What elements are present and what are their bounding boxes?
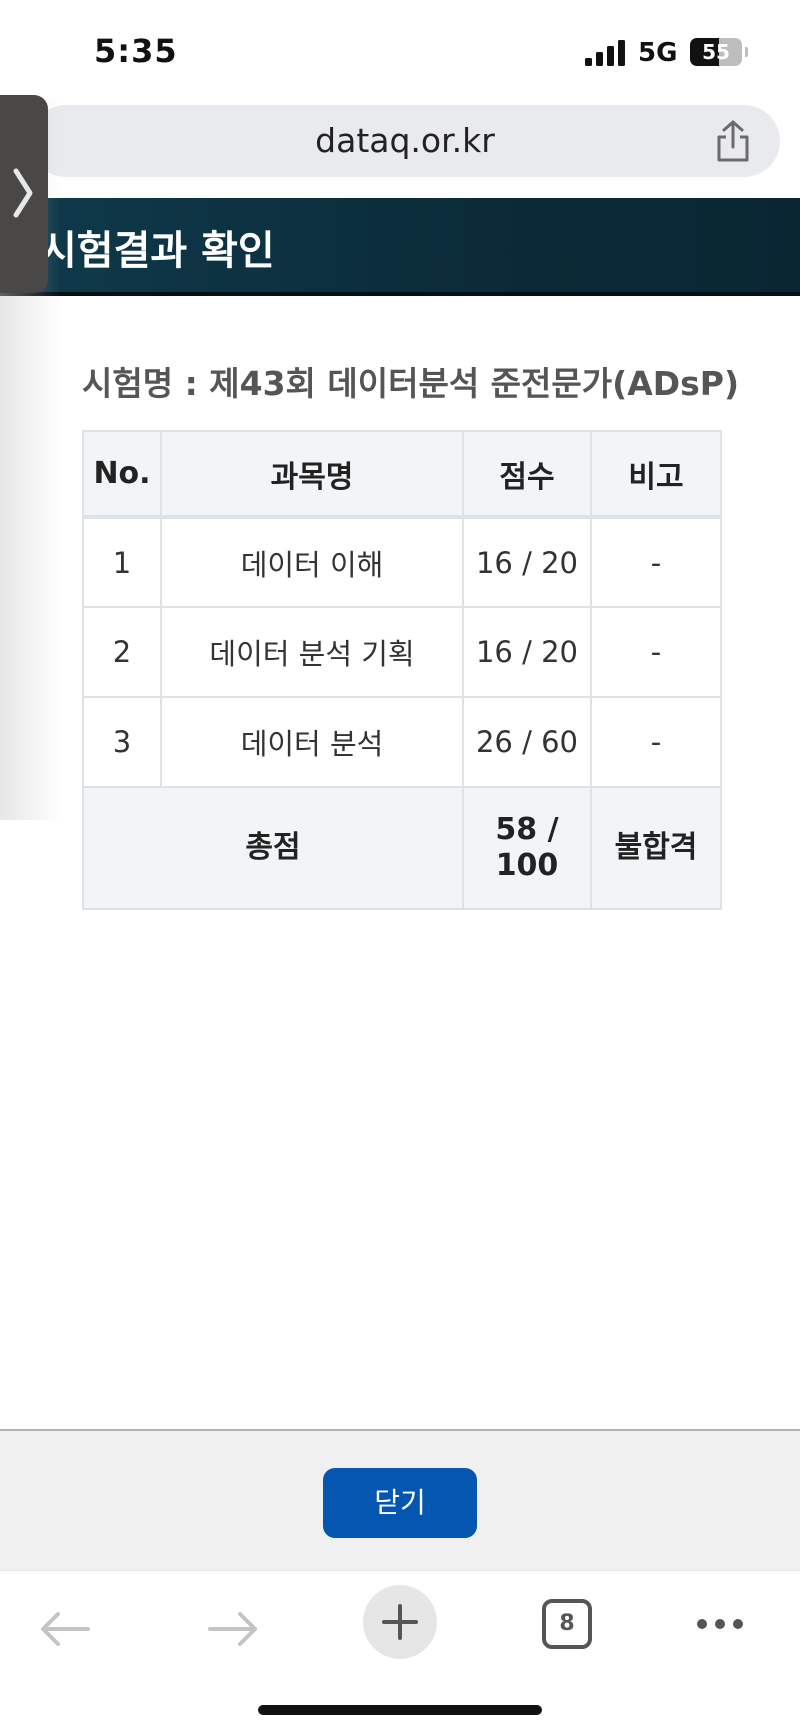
more-icon[interactable] xyxy=(695,1617,745,1631)
forward-arrow-icon[interactable] xyxy=(206,1611,260,1647)
browser-toolbar: 8 xyxy=(0,1570,800,1731)
battery-tip xyxy=(745,47,748,57)
back-arrow-icon[interactable] xyxy=(38,1611,92,1647)
cell-note: - xyxy=(590,516,722,608)
status-time: 5:35 xyxy=(94,32,178,70)
table-row: 3 데이터 분석 26 / 60 - xyxy=(82,696,722,788)
total-label: 총점 xyxy=(82,786,464,910)
cell-subject: 데이터 분석 xyxy=(160,696,464,788)
cell-score: 16 / 20 xyxy=(462,516,592,608)
page-title: 시험결과 확인 xyxy=(40,228,275,274)
table-row: 1 데이터 이해 16 / 20 - xyxy=(82,516,722,608)
cell-subject: 데이터 이해 xyxy=(160,516,464,608)
header-score: 점수 xyxy=(462,430,592,519)
new-tab-button[interactable] xyxy=(363,1585,437,1659)
url-text[interactable]: dataq.or.kr xyxy=(30,105,780,177)
total-row: 총점 58 / 100 불합격 xyxy=(82,786,722,910)
total-score-line2: 100 xyxy=(495,848,559,883)
bottom-action-bar: 닫기 xyxy=(0,1429,800,1570)
network-type: 5G xyxy=(638,38,678,68)
total-score: 58 / 100 xyxy=(462,786,592,910)
page-header: 시험결과 확인 xyxy=(0,198,800,296)
total-score-line1: 58 / xyxy=(495,812,559,847)
cell-score: 16 / 20 xyxy=(462,606,592,698)
total-result: 불합격 xyxy=(590,786,722,910)
battery-label: 55 xyxy=(702,40,730,64)
result-table: No. 과목명 점수 비고 1 데이터 이해 16 / 20 - 2 데이터 분… xyxy=(82,430,722,910)
tabs-button[interactable]: 8 xyxy=(542,1599,592,1649)
chevron-right-icon xyxy=(13,168,33,218)
cellular-signal-icon xyxy=(585,40,625,66)
share-icon[interactable] xyxy=(714,119,752,163)
table-header-row: No. 과목명 점수 비고 xyxy=(82,430,722,519)
header-no: No. xyxy=(82,430,162,519)
cell-no: 2 xyxy=(82,606,162,698)
cell-no: 1 xyxy=(82,516,162,608)
address-bar[interactable]: dataq.or.kr xyxy=(30,105,780,177)
exam-name: 시험명 : 제43회 데이터분석 준전문가(ADsP) xyxy=(82,364,740,403)
cell-subject: 데이터 분석 기획 xyxy=(160,606,464,698)
table-row: 2 데이터 분석 기획 16 / 20 - xyxy=(82,606,722,698)
status-bar: 5:35 5G 55 xyxy=(0,0,800,100)
header-note: 비고 xyxy=(590,430,722,519)
header-subject: 과목명 xyxy=(160,430,464,519)
cell-note: - xyxy=(590,606,722,698)
cell-score: 26 / 60 xyxy=(462,696,592,788)
cell-no: 3 xyxy=(82,696,162,788)
home-indicator xyxy=(258,1705,542,1715)
plus-icon xyxy=(382,1604,418,1640)
side-panel-handle[interactable] xyxy=(0,95,48,293)
close-button[interactable]: 닫기 xyxy=(323,1468,477,1538)
battery-icon: 55 xyxy=(690,38,742,66)
cell-note: - xyxy=(590,696,722,788)
